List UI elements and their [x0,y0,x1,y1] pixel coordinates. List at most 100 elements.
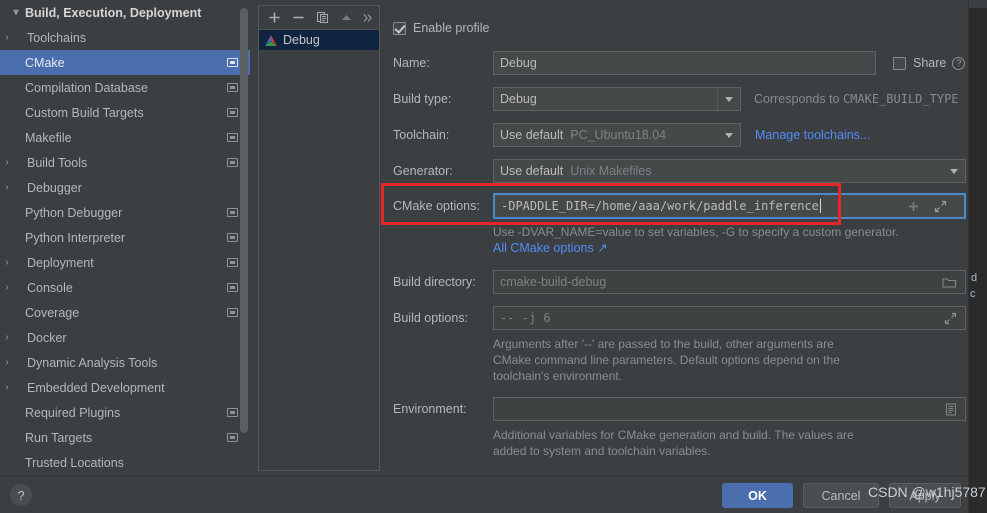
chevron-right-icon[interactable]: › [0,357,14,368]
environment-input[interactable] [493,397,966,421]
sidebar-item-label: Coverage [25,305,80,320]
sidebar-item-trusted-locations[interactable]: Trusted Locations [0,450,250,475]
chevron-down-icon[interactable] [717,88,740,110]
background-ide-text-fragment-1: d [971,272,978,284]
toolchain-combobox[interactable]: Use default PC_Ubuntu18.04 [493,123,741,147]
enable-profile-row[interactable]: Enable profile [393,21,489,35]
sidebar-item-custom-build-targets[interactable]: Custom Build Targets [0,100,250,125]
share-help-icon[interactable]: ? [952,56,966,70]
pane-divider[interactable] [250,0,257,476]
sidebar-item-debugger[interactable]: › Debugger [0,175,250,200]
chevron-down-icon[interactable] [942,160,965,182]
build-type-combobox[interactable]: Debug [493,87,741,111]
all-cmake-options-link-wrap: All CMake options ↗ [493,240,608,255]
environment-hint-line-2: added to system and toolchain variables. [493,444,711,458]
expand-icon[interactable] [944,312,957,325]
settings-dialog: ▾ Build, Execution, Deployment › Toolchai… [0,0,986,513]
folder-icon[interactable] [942,276,957,289]
build-directory-input[interactable]: cmake-build-debug [493,270,966,294]
sidebar-item-label: Embedded Development [27,380,165,395]
settings-tree: ▾ Build, Execution, Deployment › Toolchai… [0,0,250,476]
sidebar-item-label: Debugger [27,180,82,195]
sidebar-item-python-interpreter[interactable]: Python Interpreter [0,225,250,250]
generator-combobox[interactable]: Use default Unix Makefiles [493,159,966,183]
build-type-row: Build type: Debug Corresponds to CMAKE_B… [393,87,959,111]
toolchain-value-secondary: PC_Ubuntu18.04 [570,128,667,142]
move-up-button[interactable] [334,7,358,29]
sidebar-item-dynamic-analysis-tools[interactable]: › Dynamic Analysis Tools [0,350,250,375]
settings-tree-scrollbar[interactable] [240,0,248,476]
sidebar-item-embedded-development[interactable]: › Embedded Development [0,375,250,400]
generator-value-secondary: Unix Makefiles [570,164,652,178]
settings-tree-scrollbar-thumb[interactable] [240,8,248,433]
sidebar-item-label: Build Tools [27,155,88,170]
name-input[interactable]: Debug [493,51,876,75]
more-options-button[interactable] [358,7,378,29]
profile-list-item-label: Debug [283,33,320,47]
build-type-note-prefix: Corresponds to [754,92,843,106]
chevron-right-icon[interactable]: › [0,382,14,393]
sidebar-item-run-targets[interactable]: Run Targets [0,425,250,450]
settings-tree-title[interactable]: ▾ Build, Execution, Deployment [0,0,250,25]
all-cmake-options-link[interactable]: All CMake options ↗ [493,241,608,255]
settings-scope-icon [227,433,238,442]
toolchain-value: Use default [500,128,564,142]
build-options-row: Build options: -- -j 6 [393,306,966,330]
sidebar-item-label: Console [27,280,73,295]
dialog-bottom-bar: ? OK Cancel Apply [0,477,968,513]
profiles-list: Debug [259,30,379,50]
share-row[interactable]: Share ? [893,56,966,70]
settings-scope-icon [227,83,238,92]
ok-button[interactable]: OK [722,483,793,508]
sidebar-item-label: Python Interpreter [25,230,126,245]
copy-profile-button[interactable] [310,7,334,29]
sidebar-item-compilation-database[interactable]: Compilation Database [0,75,250,100]
add-profile-button[interactable] [262,7,286,29]
sidebar-item-build-tools[interactable]: › Build Tools [0,150,250,175]
profile-list-item[interactable]: Debug [259,30,379,50]
name-row: Name: Debug Share ? [393,51,966,75]
chevron-right-icon[interactable]: › [0,257,14,268]
settings-scope-icon [227,158,238,167]
settings-tree-list: › Toolchains CMake Compilation Database Cust… [0,25,250,475]
build-options-hint-line-2: CMake command line parameters. Default o… [493,353,840,367]
enable-profile-checkbox[interactable] [393,21,406,35]
sidebar-item-deployment[interactable]: › Deployment [0,250,250,275]
build-type-note-variable: CMAKE_BUILD_TYPE [842,92,959,106]
plus-icon[interactable] [907,200,920,213]
settings-scope-icon [227,208,238,217]
screenshot-root: d c ▾ Build, Execution, Deployment › Tool… [0,0,987,513]
sidebar-item-label: Deployment [27,255,94,270]
remove-profile-button[interactable] [286,7,310,29]
sidebar-item-makefile[interactable]: Makefile [0,125,250,150]
cmake-options-hint: Use -DVAR_NAME=value to set variables, -… [493,224,899,240]
sidebar-item-cmake[interactable]: CMake [0,50,250,75]
chevron-right-icon[interactable]: › [0,32,14,43]
sidebar-item-toolchains[interactable]: › Toolchains [0,25,250,50]
chevron-right-icon[interactable]: › [0,332,14,343]
chevron-down-icon: ▾ [13,7,19,18]
share-checkbox[interactable] [893,56,906,70]
manage-toolchains-link[interactable]: Manage toolchains... [755,128,870,142]
sidebar-item-python-debugger[interactable]: Python Debugger [0,200,250,225]
chevron-right-icon[interactable]: › [0,282,14,293]
sidebar-item-console[interactable]: › Console [0,275,250,300]
build-directory-row: Build directory: cmake-build-debug [393,270,966,294]
toolchain-label: Toolchain: [393,128,450,142]
sidebar-item-coverage[interactable]: Coverage [0,300,250,325]
build-directory-placeholder: cmake-build-debug [500,275,607,289]
list-editor-icon[interactable] [945,403,957,416]
chevron-right-icon[interactable]: › [0,157,14,168]
cmake-options-label: CMake options: [393,199,480,213]
sidebar-item-label: Trusted Locations [25,455,124,470]
help-button[interactable]: ? [10,484,32,506]
sidebar-item-docker[interactable]: › Docker [0,325,250,350]
chevron-right-icon[interactable]: › [0,182,14,193]
cmake-options-input[interactable]: -DPADDLE_DIR=/home/aaa/work/paddle_infer… [493,193,966,219]
build-options-input[interactable]: -- -j 6 [493,306,966,330]
sidebar-item-required-plugins[interactable]: Required Plugins [0,400,250,425]
background-ide-topband [969,0,987,8]
text-caret [819,199,821,213]
expand-icon[interactable] [934,200,947,213]
chevron-down-icon[interactable] [717,124,740,146]
